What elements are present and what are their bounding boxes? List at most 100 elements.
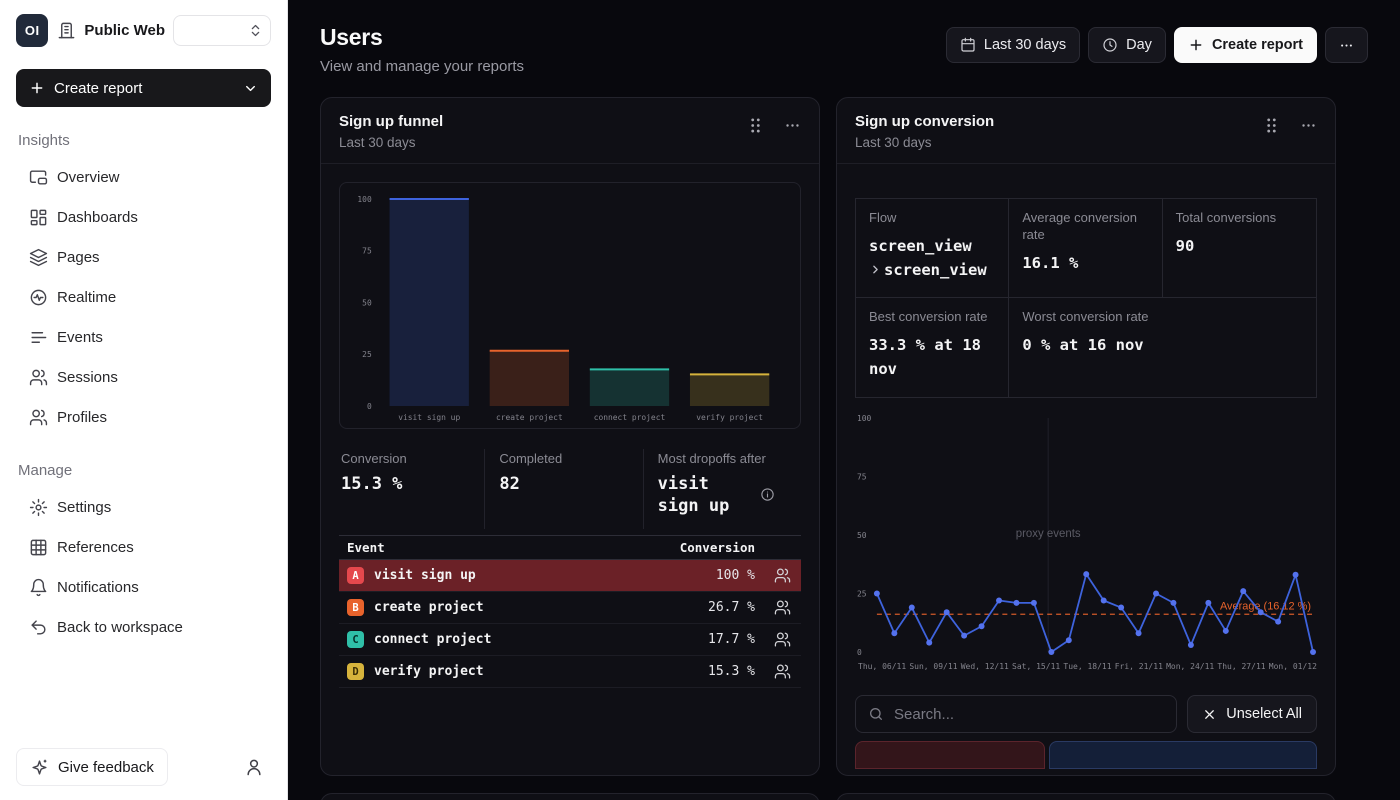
x-tick-label: Wed, 12/11 <box>961 662 1009 671</box>
funnel-card-header: Sign up funnel Last 30 days <box>321 98 819 164</box>
sidebar-create-report-button[interactable]: Create report <box>16 69 271 107</box>
sidebar-item-realtime[interactable]: Realtime <box>16 277 271 317</box>
give-feedback-button[interactable]: Give feedback <box>16 748 168 786</box>
step-badge: B <box>347 599 364 616</box>
drag-handle[interactable] <box>1265 117 1278 134</box>
event-name: create project <box>374 600 675 615</box>
interval-button[interactable]: Day <box>1088 27 1166 63</box>
ellipsis-icon <box>784 117 801 134</box>
conversion-column-header: Conversion <box>675 540 755 555</box>
sidebar-item-label: Overview <box>57 169 120 186</box>
svg-text:0: 0 <box>367 402 372 411</box>
ellipsis-icon <box>1339 37 1354 54</box>
series-pill-blue[interactable] <box>1049 741 1317 769</box>
grip-icon <box>749 117 762 134</box>
info-icon[interactable] <box>760 487 775 502</box>
users-icon[interactable] <box>755 599 791 616</box>
create-report-label: Create report <box>1212 37 1303 53</box>
event-name: visit sign up <box>374 568 675 583</box>
clock-icon <box>1102 37 1118 53</box>
sidebar-item-label: Notifications <box>57 579 139 596</box>
give-feedback-label: Give feedback <box>58 759 154 776</box>
x-tick-label: Mon, 24/11 <box>1166 662 1214 671</box>
drag-handle[interactable] <box>749 117 762 134</box>
funnel-table-header: Event Conversion <box>339 535 801 560</box>
calendar-icon <box>960 37 976 53</box>
stat-worst-conversion: Worst conversion rate 0 % at 16 nov <box>1009 298 1162 397</box>
event-conversion: 17.7 % <box>675 632 755 647</box>
flow-step: screen_view <box>884 258 987 282</box>
chevron-down-icon <box>243 81 258 96</box>
more-options-button[interactable] <box>1325 27 1368 63</box>
card-menu-button[interactable] <box>784 117 801 134</box>
sidebar-footer: Give feedback <box>16 748 271 786</box>
stat-empty-cell <box>1163 298 1316 397</box>
funnel-table-row[interactable]: B create project 26.7 % <box>339 592 801 624</box>
stat-conversion: Conversion 15.3 % <box>339 449 484 529</box>
date-range-label: Last 30 days <box>984 37 1066 53</box>
sidebar-item-settings[interactable]: Settings <box>16 487 271 527</box>
event-conversion: 26.7 % <box>675 600 755 615</box>
card-menu-button[interactable] <box>1300 117 1317 134</box>
sidebar-item-overview[interactable]: Overview <box>16 157 271 197</box>
stat-most-dropoffs: Most dropoffs after visit sign up <box>643 449 801 529</box>
svg-text:75: 75 <box>857 472 867 481</box>
x-tick-label: Mon, 01/12 <box>1269 662 1317 671</box>
sidebar-item-events[interactable]: Events <box>16 317 271 357</box>
funnel-bar-chart[interactable]: 0255075100visit sign upcreate projectcon… <box>339 182 801 429</box>
stat-completed: Completed 82 <box>484 449 642 529</box>
realtime-icon <box>29 288 48 307</box>
sidebar-item-notifications[interactable]: Notifications <box>16 567 271 607</box>
x-tick-label: Thu, 27/11 <box>1217 662 1265 671</box>
sidebar-item-pages[interactable]: Pages <box>16 237 271 277</box>
chevron-right-icon <box>869 263 882 276</box>
event-name: connect project <box>374 632 675 647</box>
app-logo[interactable]: OI <box>16 14 48 47</box>
x-tick-label: Thu, 06/11 <box>858 662 906 671</box>
date-range-button[interactable]: Last 30 days <box>946 27 1080 63</box>
svg-text:25: 25 <box>857 589 867 598</box>
sidebar-item-back-to-workspace[interactable]: Back to workspace <box>16 607 271 647</box>
user-icon <box>244 757 264 777</box>
sidebar-item-references[interactable]: References <box>16 527 271 567</box>
sidebar-item-dashboards[interactable]: Dashboards <box>16 197 271 237</box>
create-report-button[interactable]: Create report <box>1174 27 1317 63</box>
svg-text:50: 50 <box>857 531 867 540</box>
card-subtitle: Last 30 days <box>855 135 994 150</box>
svg-text:50: 50 <box>362 298 372 307</box>
unselect-all-button[interactable]: Unselect All <box>1187 695 1317 733</box>
card-subtitle: Last 30 days <box>339 135 443 150</box>
overview-icon <box>29 168 48 187</box>
sidebar-item-sessions[interactable]: Sessions <box>16 357 271 397</box>
users-icon[interactable] <box>755 631 791 648</box>
users-icon[interactable] <box>755 567 791 584</box>
sidebar: OI Public Web Create report Insights Ove… <box>0 0 288 800</box>
conversion-line-chart[interactable]: 0255075100proxy eventsAverage (16.12 %) <box>855 410 1317 660</box>
profile-button[interactable] <box>237 750 271 784</box>
bell-icon <box>29 578 48 597</box>
sidebar-item-profiles[interactable]: Profiles <box>16 397 271 437</box>
chevrons-up-down-icon <box>248 23 263 38</box>
reports-grid: Sign up funnel Last 30 days 0255075100vi… <box>320 97 1368 776</box>
profiles-icon <box>29 408 48 427</box>
funnel-table-row[interactable]: D verify project 15.3 % <box>339 656 801 688</box>
svg-text:25: 25 <box>362 350 372 359</box>
card-title: Sign up funnel <box>339 113 443 130</box>
undo-arrow-icon <box>29 618 48 637</box>
sidebar-item-label: Back to workspace <box>57 619 183 636</box>
partial-card <box>836 793 1336 800</box>
section-label-manage: Manage <box>18 462 269 479</box>
users-icon[interactable] <box>755 663 791 680</box>
funnel-table-row[interactable]: A visit sign up 100 % <box>339 560 801 592</box>
next-row-cards <box>320 793 1368 800</box>
page-header: Users View and manage your reports Last … <box>320 24 1368 75</box>
svg-text:proxy events: proxy events <box>1016 528 1081 540</box>
workspace-select-box[interactable] <box>173 15 271 46</box>
series-pill-red[interactable] <box>855 741 1045 769</box>
ellipsis-icon <box>1300 117 1317 134</box>
funnel-table-row[interactable]: C connect project 17.7 % <box>339 624 801 656</box>
workspace-selector[interactable]: Public Web <box>57 15 271 46</box>
search-input[interactable] <box>894 706 1164 723</box>
search-box[interactable] <box>855 695 1177 733</box>
event-column-header: Event <box>347 540 675 555</box>
